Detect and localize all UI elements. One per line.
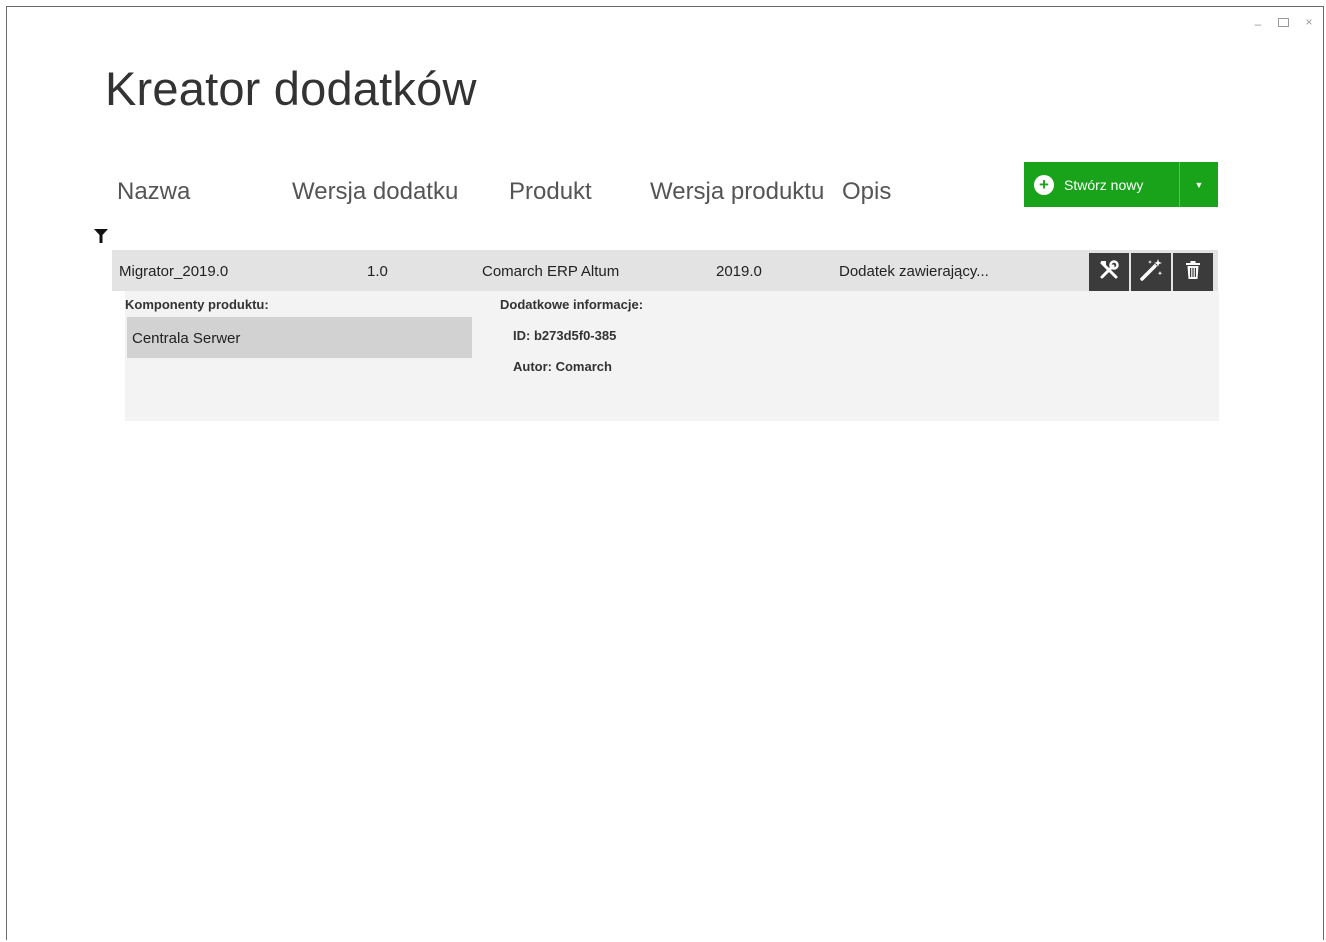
- column-header-description[interactable]: Opis: [842, 178, 891, 206]
- components-label: Komponenty produktu:: [125, 297, 269, 312]
- wizard-button[interactable]: [1131, 253, 1171, 291]
- magic-wand-icon: [1138, 257, 1164, 287]
- minimize-button[interactable]: –: [1252, 17, 1264, 31]
- column-header-name[interactable]: Nazwa: [117, 178, 190, 206]
- app-window: – × Kreator dodatków Nazwa Wersja dodatk…: [6, 6, 1324, 940]
- row-actions: [1089, 253, 1213, 291]
- delete-button[interactable]: [1173, 253, 1213, 291]
- create-new-main[interactable]: + Stwórz nowy: [1024, 162, 1180, 207]
- close-button[interactable]: ×: [1303, 15, 1315, 29]
- row-details-panel: Komponenty produktu: Centrala Serwer Dod…: [125, 291, 1219, 421]
- caret-down-icon: ▼: [1194, 179, 1204, 190]
- column-header-product[interactable]: Produkt: [509, 178, 592, 206]
- addon-author: Autor: Comarch: [513, 359, 612, 374]
- row-product: Comarch ERP Altum: [482, 263, 620, 280]
- create-new-label: Stwórz nowy: [1064, 176, 1144, 193]
- additional-info-label: Dodatkowe informacje:: [500, 297, 644, 312]
- table-row[interactable]: Migrator_2019.0 1.0 Comarch ERP Altum 20…: [112, 250, 1218, 291]
- configure-button[interactable]: [1089, 253, 1129, 291]
- page-title: Kreator dodatków: [105, 62, 477, 115]
- row-description: Dodatek zawierający...: [839, 263, 989, 280]
- component-item[interactable]: Centrala Serwer: [127, 317, 472, 358]
- column-header-addon-version[interactable]: Wersja dodatku: [292, 178, 458, 206]
- row-product-version: 2019.0: [716, 263, 762, 280]
- window-controls: – ×: [1252, 15, 1315, 31]
- plus-circle-icon: +: [1034, 174, 1054, 195]
- create-new-button[interactable]: + Stwórz nowy ▼: [1024, 162, 1218, 207]
- trash-icon: [1185, 261, 1201, 283]
- tools-icon: [1098, 259, 1120, 285]
- column-header-product-version[interactable]: Wersja produktu: [650, 178, 824, 206]
- maximize-button[interactable]: [1278, 18, 1289, 27]
- filter-icon[interactable]: [94, 229, 108, 248]
- create-new-dropdown[interactable]: ▼: [1180, 162, 1218, 207]
- addon-id: ID: b273d5f0-385: [513, 328, 617, 343]
- row-addon-version: 1.0: [367, 263, 388, 280]
- row-name: Migrator_2019.0: [119, 263, 229, 280]
